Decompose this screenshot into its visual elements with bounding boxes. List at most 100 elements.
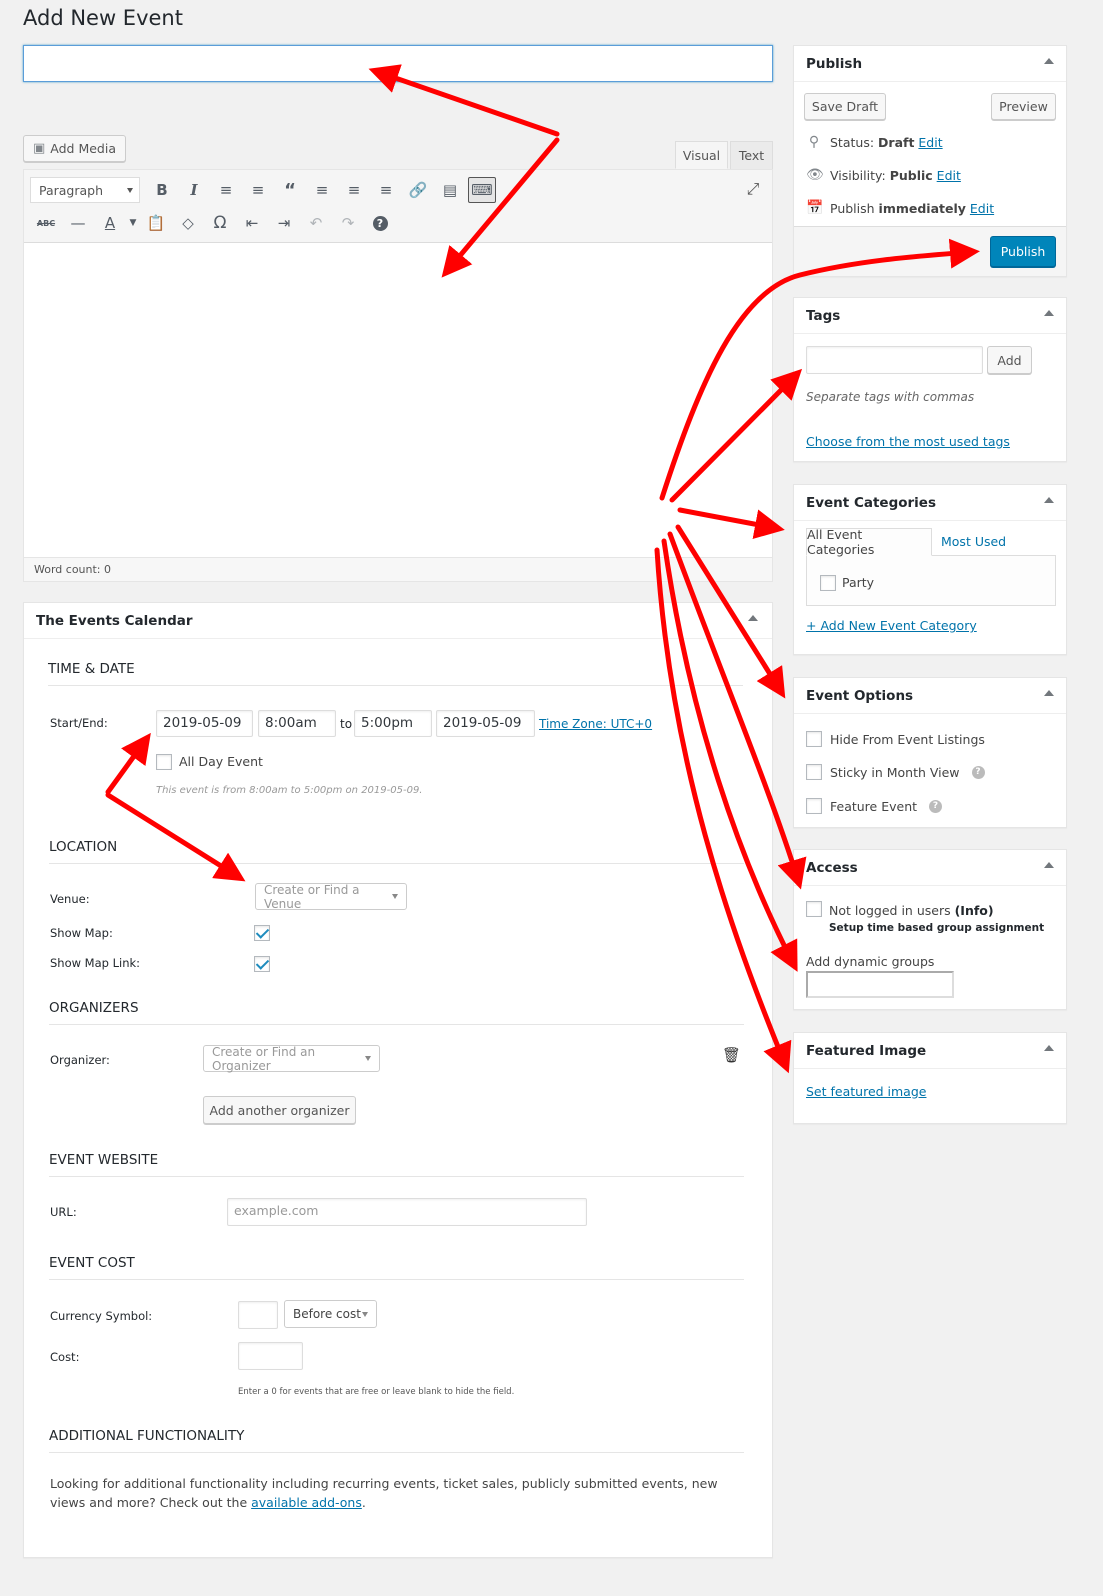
link-icon[interactable]: 🔗 xyxy=(402,176,434,204)
additional-text: Looking for additional functionality inc… xyxy=(50,1476,718,1510)
collapse-toggle-icon[interactable] xyxy=(1044,58,1054,64)
text-color-caret-icon[interactable]: ▼ xyxy=(126,209,140,237)
keyboard-shortcuts-icon[interactable]: ? xyxy=(364,209,396,237)
text-color-icon[interactable]: A xyxy=(94,209,126,237)
horizontal-line-icon[interactable]: — xyxy=(62,209,94,237)
access-header[interactable]: Access xyxy=(794,850,1066,886)
choose-most-used-tags-link[interactable]: Choose from the most used tags xyxy=(806,434,1010,449)
increase-indent-icon[interactable]: ⇥ xyxy=(268,209,300,237)
undo-icon[interactable]: ↶ xyxy=(300,209,332,237)
help-icon[interactable]: ? xyxy=(971,765,985,779)
access-box: Access Not logged in users (Info) Setup … xyxy=(793,849,1067,1010)
bulleted-list-icon[interactable]: ≡ xyxy=(210,176,242,204)
fullscreen-icon[interactable]: ⤢ xyxy=(742,178,764,200)
preview-button[interactable]: Preview xyxy=(991,93,1056,120)
feature-event-checkbox[interactable] xyxy=(806,798,822,814)
available-addons-link[interactable]: available add-ons xyxy=(251,1495,362,1510)
currency-symbol-input[interactable] xyxy=(238,1301,278,1329)
clear-formatting-icon[interactable]: ◇ xyxy=(172,209,204,237)
blockquote-icon[interactable]: “ xyxy=(274,176,306,204)
align-right-icon[interactable]: ≡ xyxy=(370,176,402,204)
chevron-down-icon xyxy=(362,1311,368,1317)
strikethrough-icon[interactable]: ABC xyxy=(30,209,62,237)
save-draft-button[interactable]: Save Draft xyxy=(804,93,886,120)
event-options-header[interactable]: Event Options xyxy=(794,678,1066,714)
organizer-select-placeholder: Create or Find an Organizer xyxy=(212,1044,316,1073)
bold-icon[interactable]: B xyxy=(146,176,178,204)
read-more-icon[interactable]: ▤ xyxy=(434,176,466,204)
editor-content-area[interactable] xyxy=(24,243,772,557)
location-heading: LOCATION xyxy=(49,839,744,864)
help-icon[interactable]: ? xyxy=(929,799,943,813)
edit-status-link[interactable]: Edit xyxy=(918,135,942,150)
add-tag-button[interactable]: Add xyxy=(987,346,1032,374)
add-another-organizer-button[interactable]: Add another organizer xyxy=(203,1096,356,1124)
info-link[interactable]: (Info) xyxy=(955,903,994,918)
collapse-toggle-icon[interactable] xyxy=(1044,690,1054,696)
currency-position-select[interactable]: Before cost xyxy=(284,1300,377,1328)
toolbar-toggle-icon[interactable]: ⌨ xyxy=(468,177,496,203)
numbered-list-icon[interactable]: ≡ xyxy=(242,176,274,204)
end-date-input[interactable]: 2019-05-09 xyxy=(436,710,535,737)
dynamic-groups-input[interactable] xyxy=(806,971,954,998)
featured-image-header[interactable]: Featured Image xyxy=(794,1033,1066,1069)
tab-all-event-categories[interactable]: All Event Categories xyxy=(806,527,932,557)
all-day-checkbox[interactable] xyxy=(156,754,172,770)
end-time-input[interactable]: 5:00pm xyxy=(354,710,432,737)
show-map-checkbox[interactable] xyxy=(254,925,270,941)
add-media-label: Add Media xyxy=(50,141,116,156)
format-select[interactable]: Paragraph xyxy=(30,177,140,203)
start-time-input[interactable]: 8:00am xyxy=(258,710,336,737)
set-featured-image-link[interactable]: Set featured image xyxy=(806,1084,926,1099)
not-logged-in-checkbox[interactable] xyxy=(806,901,822,917)
align-center-icon[interactable]: ≡ xyxy=(338,176,370,204)
organizer-select[interactable]: Create or Find an Organizer xyxy=(203,1044,380,1073)
events-calendar-header[interactable]: The Events Calendar xyxy=(24,603,772,639)
show-map-link-checkbox[interactable] xyxy=(254,956,270,972)
url-input[interactable]: example.com xyxy=(227,1198,587,1226)
trash-icon[interactable]: 🗑 xyxy=(722,1046,741,1064)
status-row: ⚲ Status: Draft Edit xyxy=(806,134,943,150)
featured-image-title: Featured Image xyxy=(806,1043,927,1059)
event-categories-header[interactable]: Event Categories xyxy=(794,485,1066,521)
collapse-toggle-icon[interactable] xyxy=(1044,862,1054,868)
decrease-indent-icon[interactable]: ⇤ xyxy=(236,209,268,237)
event-title-input[interactable] xyxy=(23,45,773,82)
publish-header[interactable]: Publish xyxy=(794,46,1066,82)
paste-as-text-icon[interactable]: 📋 xyxy=(140,209,172,237)
sticky-month-view-checkbox[interactable] xyxy=(806,764,822,780)
publish-button[interactable]: Publish xyxy=(990,236,1056,267)
redo-icon[interactable]: ↷ xyxy=(332,209,364,237)
align-left-icon[interactable]: ≡ xyxy=(306,176,338,204)
category-party-label: Party xyxy=(842,575,875,590)
hide-from-listings-checkbox[interactable] xyxy=(806,731,822,747)
edit-visibility-link[interactable]: Edit xyxy=(937,168,961,183)
tab-most-used[interactable]: Most Used xyxy=(941,534,1006,549)
cost-input[interactable] xyxy=(238,1342,303,1370)
venue-select[interactable]: Create or Find a Venue xyxy=(255,882,407,911)
not-logged-in-label: Not logged in users (Info) xyxy=(829,903,994,918)
page-title: Add New Event xyxy=(23,6,183,30)
tab-text[interactable]: Text xyxy=(730,141,773,169)
featured-image-box: Featured Image Set featured image xyxy=(793,1032,1067,1124)
venue-select-placeholder: Create or Find a Venue xyxy=(264,882,360,911)
tags-input[interactable] xyxy=(806,346,983,374)
access-title: Access xyxy=(806,860,858,876)
visibility-row: 👁 Visibility: Public Edit xyxy=(806,167,961,183)
start-date-input[interactable]: 2019-05-09 xyxy=(156,710,253,737)
edit-schedule-link[interactable]: Edit xyxy=(970,201,994,216)
collapse-toggle-icon[interactable] xyxy=(1044,1045,1054,1051)
italic-icon[interactable]: I xyxy=(178,176,210,204)
special-character-icon[interactable]: Ω xyxy=(204,209,236,237)
collapse-toggle-icon[interactable] xyxy=(1044,497,1054,503)
event-summary: This event is from 8:00am to 5:00pm on 2… xyxy=(156,785,423,796)
collapse-toggle-icon[interactable] xyxy=(1044,310,1054,316)
setup-time-based-label: Setup time based group assignment xyxy=(829,922,1045,934)
category-party-checkbox[interactable] xyxy=(820,575,836,591)
tags-header[interactable]: Tags xyxy=(794,298,1066,334)
tab-visual[interactable]: Visual xyxy=(675,141,728,169)
add-media-button[interactable]: ▣ Add Media xyxy=(23,135,126,162)
timezone-link[interactable]: Time Zone: UTC+0 xyxy=(539,717,652,731)
collapse-toggle-icon[interactable] xyxy=(748,615,758,621)
add-new-event-category-link[interactable]: + Add New Event Category xyxy=(806,618,977,633)
